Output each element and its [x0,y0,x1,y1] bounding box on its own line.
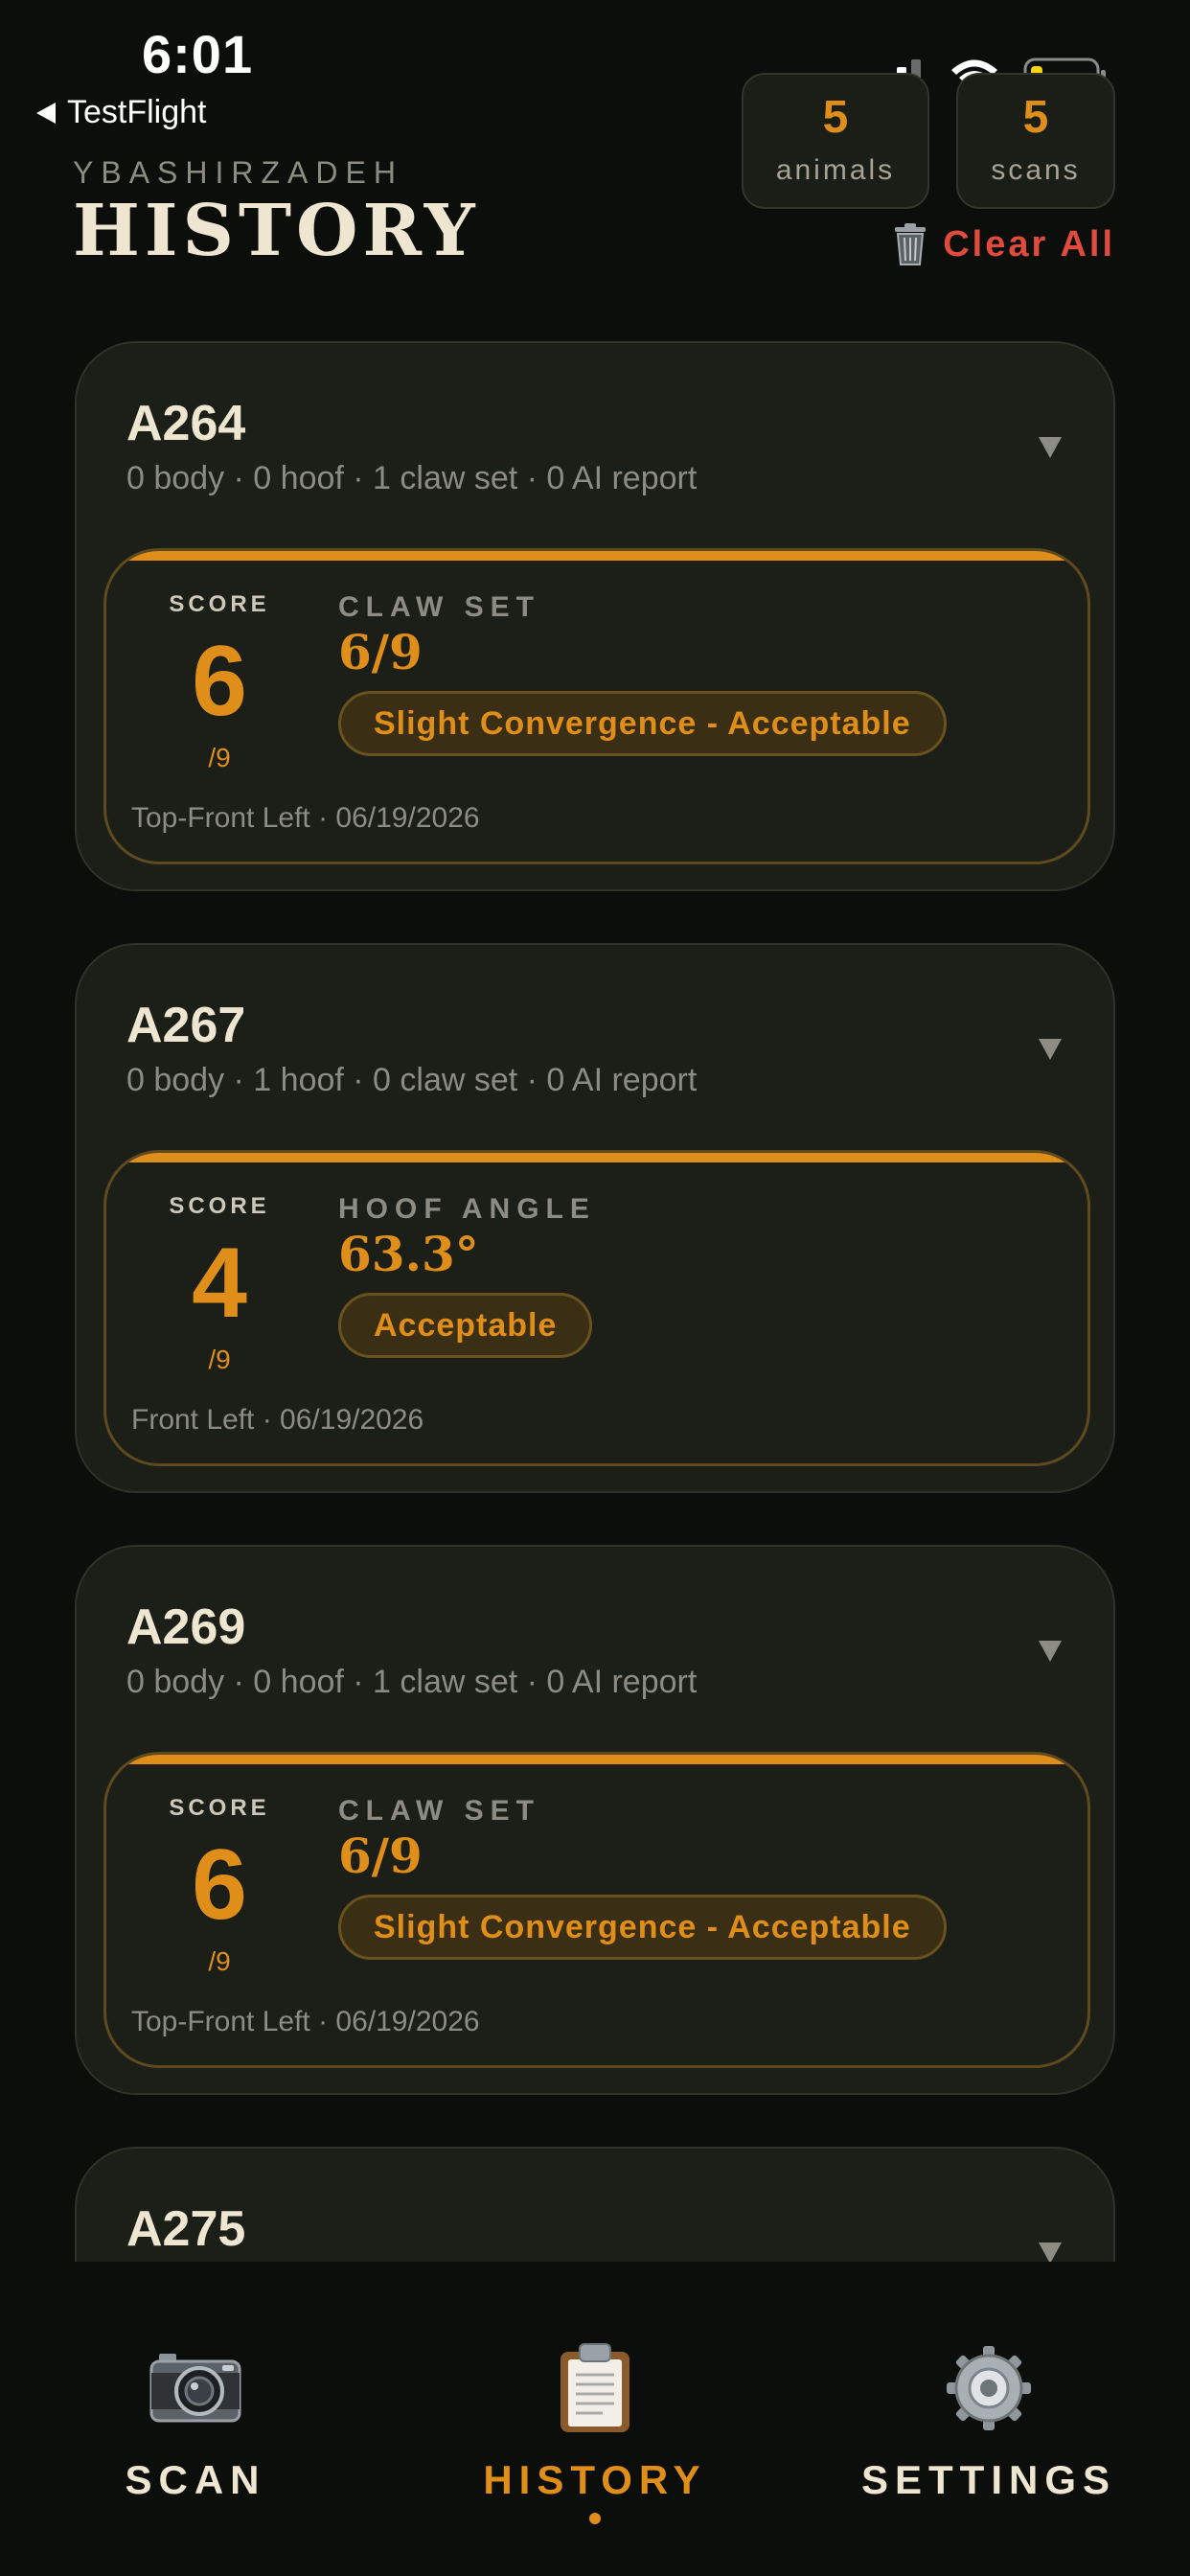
expand-chevron-icon[interactable] [1039,2242,1062,2262]
animal-summary: 0 body · 1 hoof · 0 claw set · 0 AI repo… [126,1062,698,1098]
history-list[interactable]: A264 0 body · 0 hoof · 1 claw set · 0 AI… [0,341,1190,2262]
clear-all-button[interactable]: Clear All [891,222,1115,266]
scan-meta: Top-Front Left · 06/19/2026 [131,2006,480,2037]
status-time: 6:01 [142,24,254,84]
animals-count: 5 [822,92,849,143]
metric-type: CLAW SET [338,591,540,623]
clear-all-label: Clear All [943,223,1115,264]
result-badge: Slight Convergence - Acceptable [338,691,947,756]
metric-value: 6/9 [338,1828,423,1884]
active-tab-indicator [589,2513,601,2524]
scan-meta: Front Left · 06/19/2026 [131,1404,424,1436]
tab-scan-label: SCAN [125,2457,266,2502]
page-title: HISTORY [73,190,480,272]
scan-card[interactable]: SCORE 4 /9 HOOF ANGLE 63.3° Acceptable F… [103,1150,1090,1466]
scans-count: 5 [1022,92,1049,143]
tab-scan[interactable]: SCAN [4,2340,387,2503]
animal-id: A264 [126,396,246,451]
metric-type: CLAW SET [338,1795,540,1827]
animal-id: A267 [126,998,246,1053]
scan-meta: Top-Front Left · 06/19/2026 [131,802,480,834]
back-app-label: TestFlight [67,94,207,130]
scan-card[interactable]: SCORE 6 /9 CLAW SET 6/9 Slight Convergen… [103,548,1090,864]
back-to-testflight[interactable]: TestFlight [36,94,207,131]
score-column: SCORE 4 /9 [145,1193,294,1375]
trash-icon [895,223,927,265]
metric-value: 6/9 [338,624,423,680]
metric-type: HOOF ANGLE [338,1193,596,1225]
score-value: 6 [192,1829,247,1941]
score-max: /9 [208,743,231,772]
animals-count-label: animals [775,154,896,186]
scans-count-label: scans [991,154,1081,186]
metric-value: 63.3° [338,1226,479,1282]
tab-settings[interactable]: SETTINGS [797,2340,1180,2503]
animal-card-a275[interactable]: A275 [75,2147,1115,2262]
score-max: /9 [208,1946,231,1976]
score-label: SCORE [169,591,270,617]
scan-card[interactable]: SCORE 6 /9 CLAW SET 6/9 Slight Convergen… [103,1752,1090,2068]
tab-bar: SCAN HISTORY SETTINGS [0,2262,1190,2576]
result-badge: Slight Convergence - Acceptable [338,1895,947,1960]
clipboard-icon [403,2340,787,2436]
tab-history[interactable]: HISTORY [403,2340,787,2524]
gear-icon [797,2340,1180,2436]
score-value: 6 [192,626,247,737]
score-label: SCORE [169,1795,270,1821]
animals-counter: 5 animals [742,73,929,209]
scans-counter: 5 scans [956,73,1115,209]
camera-icon [4,2340,387,2436]
history-screen: 6:01 TestFlight YBASHIRZADEH HISTORY 5 a… [0,0,1190,2576]
back-arrow-icon [36,102,56,124]
result-badge: Acceptable [338,1293,593,1358]
animal-summary: 0 body · 0 hoof · 1 claw set · 0 AI repo… [126,1664,698,1700]
tab-settings-label: SETTINGS [860,2457,1117,2502]
expand-chevron-icon[interactable] [1039,1641,1062,1662]
score-max: /9 [208,1345,231,1374]
score-label: SCORE [169,1193,270,1219]
animal-card-a269[interactable]: A269 0 body · 0 hoof · 1 claw set · 0 AI… [75,1545,1115,2095]
animal-card-a264[interactable]: A264 0 body · 0 hoof · 1 claw set · 0 AI… [75,341,1115,891]
expand-chevron-icon[interactable] [1039,1039,1062,1060]
tab-history-label: HISTORY [483,2457,707,2502]
animal-summary: 0 body · 0 hoof · 1 claw set · 0 AI repo… [126,460,698,496]
expand-chevron-icon[interactable] [1039,437,1062,458]
animal-id: A269 [126,1599,246,1655]
score-column: SCORE 6 /9 [145,591,294,773]
owner-name: YBASHIRZADEH [73,155,403,190]
score-column: SCORE 6 /9 [145,1795,294,1977]
animal-card-a267[interactable]: A267 0 body · 1 hoof · 0 claw set · 0 AI… [75,943,1115,1493]
animal-id: A275 [126,2201,246,2257]
score-value: 4 [192,1228,247,1339]
